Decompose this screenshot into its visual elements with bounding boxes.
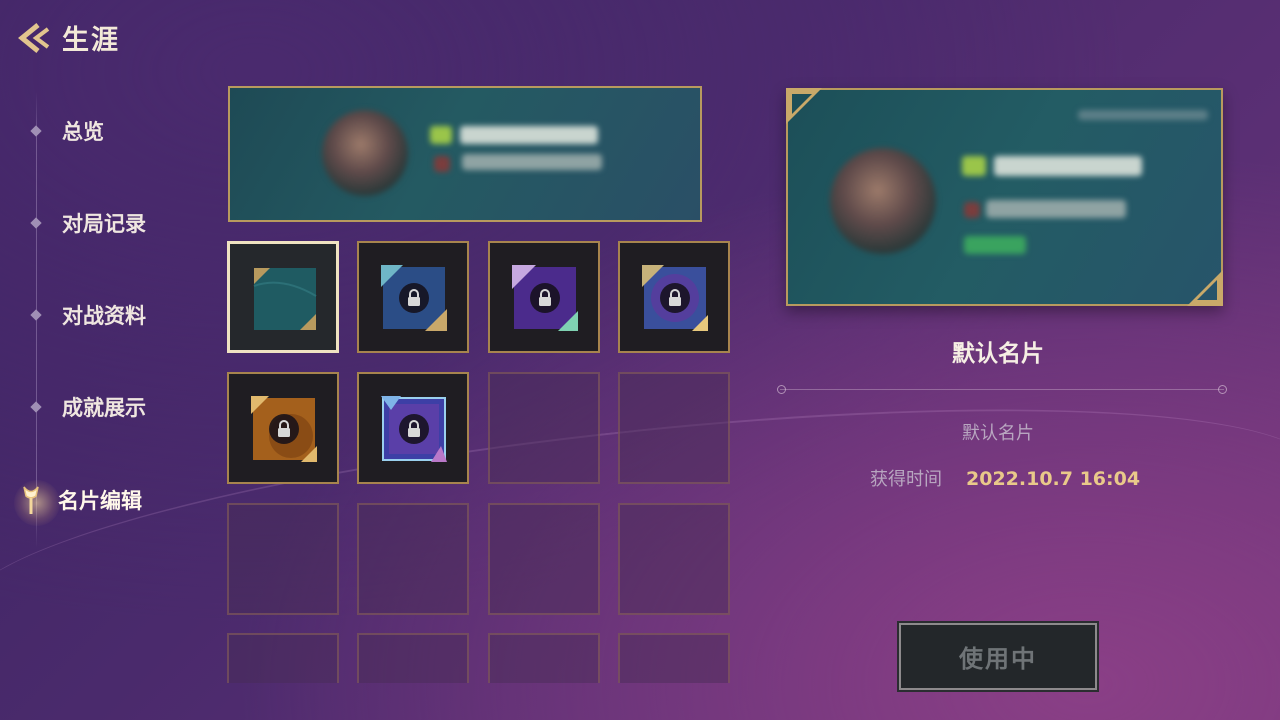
sidebar-item-achievements[interactable]: 成就展示 <box>28 387 198 427</box>
card-slot-empty <box>618 633 730 683</box>
card-slot-empty <box>227 633 339 683</box>
rank-badge-icon <box>430 126 452 144</box>
diamond-bullet-icon <box>30 401 42 413</box>
card-slot-empty <box>227 503 339 615</box>
sidebar-item-card-edit[interactable]: 名片编辑 <box>23 480 194 520</box>
lock-icon <box>399 414 429 444</box>
card-slot-neon-blue[interactable] <box>357 372 469 484</box>
player-name-blur <box>994 156 1142 176</box>
card-slot-empty <box>357 503 469 615</box>
card-slot-purple-floral[interactable] <box>488 241 600 353</box>
card-header-blur <box>1078 110 1208 120</box>
sidebar-item-label: 总览 <box>62 120 104 144</box>
card-slot-empty <box>357 633 469 683</box>
obtain-time-value: 2022.10.7 16:04 <box>966 468 1141 490</box>
avatar <box>322 110 408 196</box>
sidebar-item-battle-stats[interactable]: 对战资料 <box>28 295 198 335</box>
rank-badge-icon <box>962 156 986 176</box>
page-title: 生涯 <box>62 25 120 56</box>
sidebar-item-label: 成就展示 <box>62 396 146 420</box>
card-slot-empty <box>488 372 600 484</box>
corner-ornament-icon <box>786 88 822 124</box>
in-use-button-label: 使用中 <box>959 645 1037 673</box>
sidebar-item-label: 对局记录 <box>62 212 146 236</box>
card-slot-blue-dragon[interactable] <box>357 241 469 353</box>
diamond-bullet-icon <box>30 309 42 321</box>
level-icon <box>964 202 980 218</box>
corner-ornament-icon <box>1187 270 1223 306</box>
name-card-banner <box>228 86 702 222</box>
card-slot-amber-gold[interactable] <box>227 372 339 484</box>
obtain-time-label: 获得时间 <box>870 469 942 490</box>
card-slot-default[interactable] <box>227 241 339 353</box>
lock-icon <box>399 283 429 313</box>
divider <box>777 385 1227 394</box>
card-description: 默认名片 <box>962 423 1034 444</box>
card-title: 默认名片 <box>952 341 1044 367</box>
lock-icon <box>660 283 690 313</box>
player-name-blur <box>460 126 598 144</box>
card-slot-cosmic-violet[interactable] <box>618 241 730 353</box>
player-id-blur <box>462 154 602 170</box>
sidebar-item-label: 名片编辑 <box>58 489 142 513</box>
diamond-bullet-icon <box>30 217 42 229</box>
torch-icon <box>20 484 42 516</box>
name-card-preview <box>786 88 1223 306</box>
card-slot-empty <box>488 503 600 615</box>
obtain-time-row: 获得时间 2022.10.7 16:04 <box>870 465 1140 491</box>
lock-icon <box>530 283 560 313</box>
page-header: 生涯 <box>16 18 120 57</box>
sidebar-item-label: 对战资料 <box>62 304 146 328</box>
card-slot-empty <box>618 503 730 615</box>
lock-icon <box>269 414 299 444</box>
back-arrow-icon[interactable] <box>16 19 54 57</box>
sidebar-item-match-history[interactable]: 对局记录 <box>28 203 198 243</box>
in-use-button[interactable]: 使用中 <box>897 621 1099 692</box>
teal-card-art <box>253 268 317 330</box>
avatar <box>830 148 936 254</box>
diamond-bullet-icon <box>30 125 42 137</box>
player-id-blur <box>986 200 1126 218</box>
card-slot-empty <box>488 633 600 683</box>
level-icon <box>434 156 450 172</box>
status-badge <box>964 236 1026 254</box>
card-slot-empty <box>618 372 730 484</box>
sidebar-item-overview[interactable]: 总览 <box>28 111 198 151</box>
